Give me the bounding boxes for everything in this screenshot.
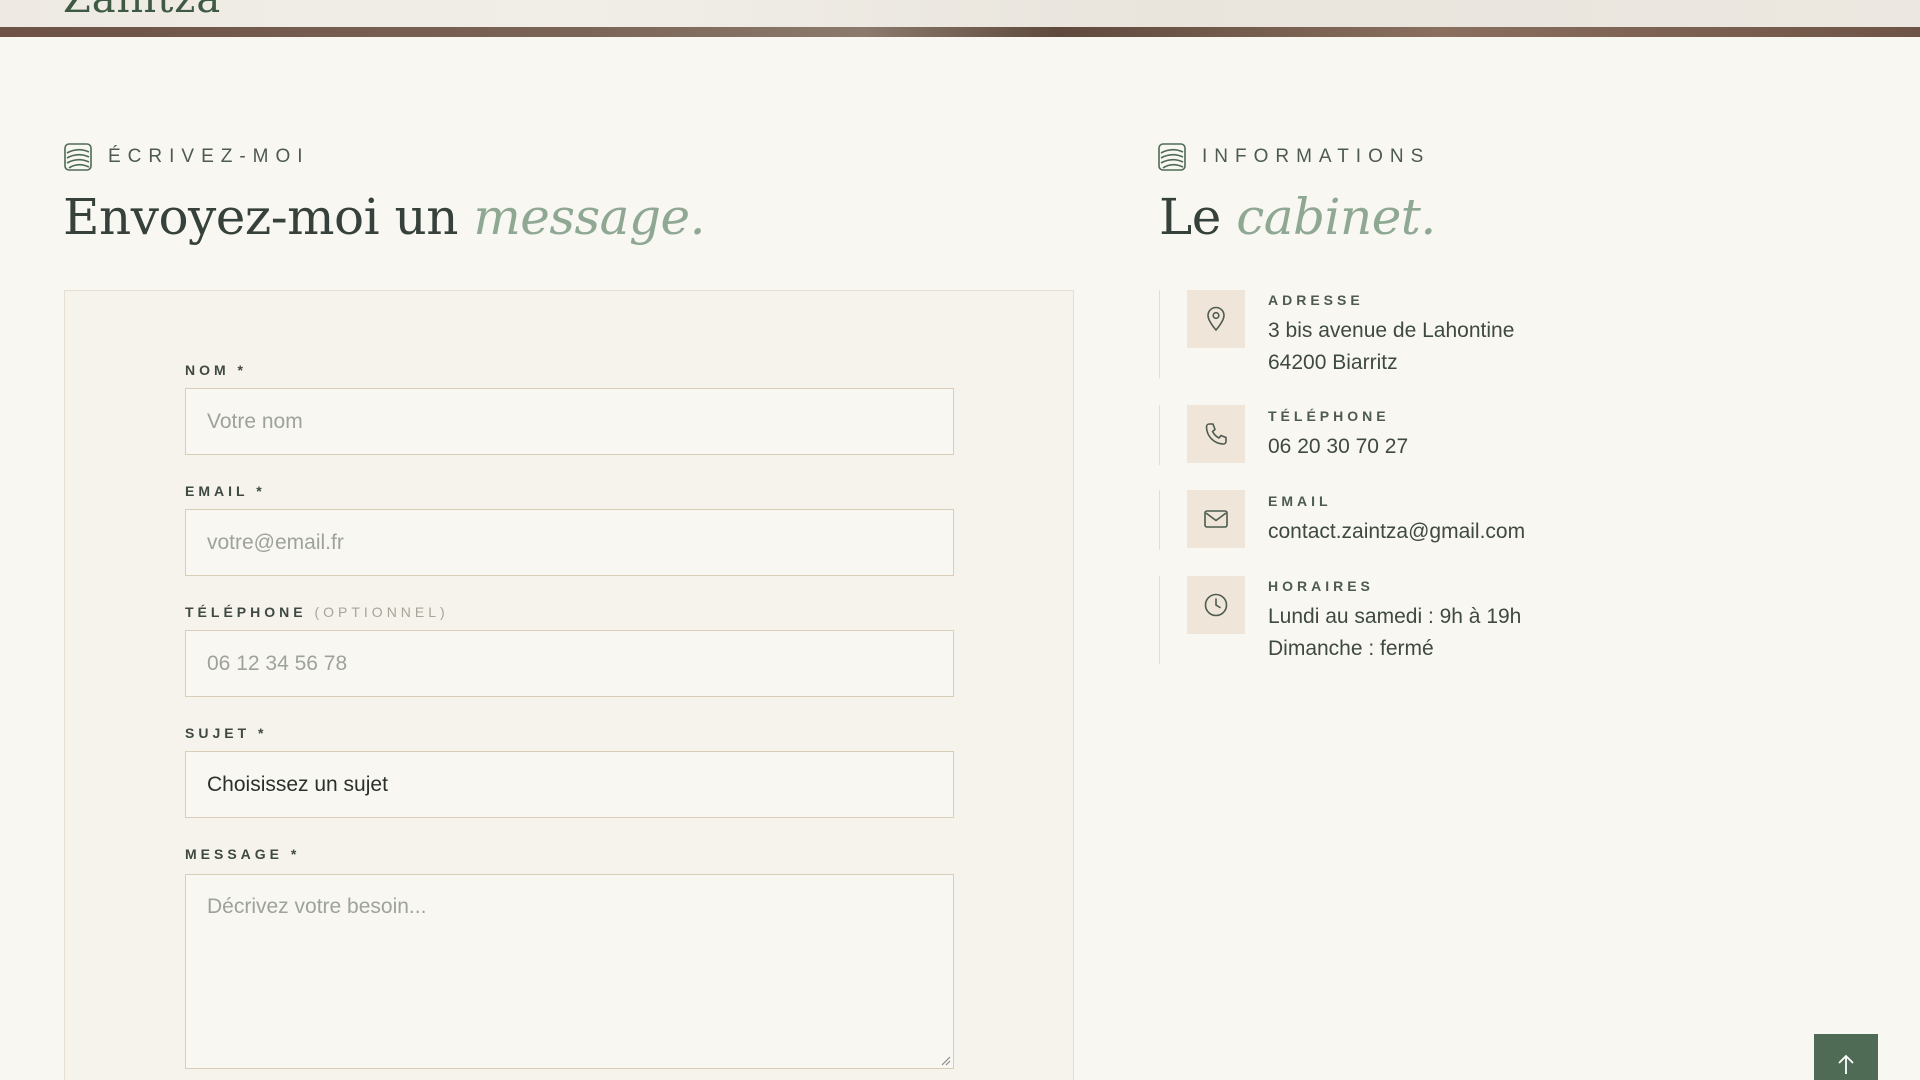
arrow-up-icon [1838, 1054, 1854, 1074]
phone-icon-box [1187, 405, 1245, 463]
address-line-1: 3 bis avenue de Lahontine [1268, 319, 1515, 342]
form-title: Envoyez-moi un message. [63, 188, 705, 246]
leaf-icon [1158, 143, 1186, 171]
subject-label: SUJET * [185, 725, 268, 741]
info-title-accent: cabinet. [1236, 188, 1436, 246]
phone-input[interactable]: 06 12 34 56 78 [185, 630, 954, 697]
info-rail [1159, 290, 1160, 378]
address-label: ADRESSE [1268, 292, 1364, 308]
hero-image-edge [0, 27, 1920, 37]
info-title-main: Le [1159, 188, 1221, 246]
email-label: EMAIL * [185, 483, 266, 499]
form-eyebrow-text: ÉCRIVEZ-MOI [108, 146, 310, 167]
subject-select[interactable]: Choisissez un sujet [185, 751, 954, 818]
email-info-label: EMAIL [1268, 493, 1332, 509]
address-line-2: 64200 Biarritz [1268, 351, 1398, 374]
address-icon-box [1187, 290, 1245, 348]
map-pin-icon [1207, 306, 1225, 332]
info-title: Le cabinet. [1159, 188, 1436, 246]
name-input[interactable]: Votre nom [185, 388, 954, 455]
form-title-main: Envoyez-moi un [63, 188, 458, 246]
phone-label-text: TÉLÉPHONE [185, 604, 307, 620]
hours-icon-box [1187, 576, 1245, 634]
scroll-to-top-button[interactable] [1814, 1034, 1878, 1080]
clock-icon [1204, 593, 1228, 617]
message-label: MESSAGE * [185, 846, 301, 862]
mail-icon [1204, 510, 1228, 528]
hours-line-2: Dimanche : fermé [1268, 637, 1434, 660]
info-rail [1159, 576, 1160, 664]
message-textarea[interactable]: Décrivez votre besoin... [185, 874, 954, 1069]
resize-handle-icon[interactable] [939, 1054, 951, 1066]
phone-info-value[interactable]: 06 20 30 70 27 [1268, 431, 1408, 463]
phone-optional-text: (OPTIONNEL) [314, 604, 449, 620]
info-rail [1159, 490, 1160, 550]
brand-logo: Zaintza [63, 0, 221, 22]
hero-image-strip: Zaintza [0, 0, 1920, 37]
name-label: NOM * [185, 362, 247, 378]
message-placeholder: Décrivez votre besoin... [207, 895, 427, 918]
phone-placeholder: 06 12 34 56 78 [207, 651, 348, 675]
form-title-accent: message. [473, 188, 705, 246]
hours-label: HORAIRES [1268, 578, 1374, 594]
email-info-value[interactable]: contact.zaintza@gmail.com [1268, 516, 1525, 548]
email-placeholder: votre@email.fr [207, 530, 344, 554]
email-input[interactable]: votre@email.fr [185, 509, 954, 576]
form-eyebrow: ÉCRIVEZ-MOI [64, 143, 310, 171]
name-placeholder: Votre nom [207, 409, 303, 433]
info-eyebrow-text: INFORMATIONS [1202, 146, 1431, 167]
leaf-icon [64, 143, 92, 171]
subject-value: Choisissez un sujet [207, 772, 388, 796]
hours-line-1: Lundi au samedi : 9h à 19h [1268, 605, 1522, 628]
phone-icon [1205, 423, 1227, 445]
phone-label: TÉLÉPHONE (OPTIONNEL) [185, 604, 449, 620]
info-eyebrow: INFORMATIONS [1158, 143, 1430, 171]
phone-info-label: TÉLÉPHONE [1268, 408, 1390, 424]
email-icon-box [1187, 490, 1245, 548]
info-rail [1159, 405, 1160, 465]
